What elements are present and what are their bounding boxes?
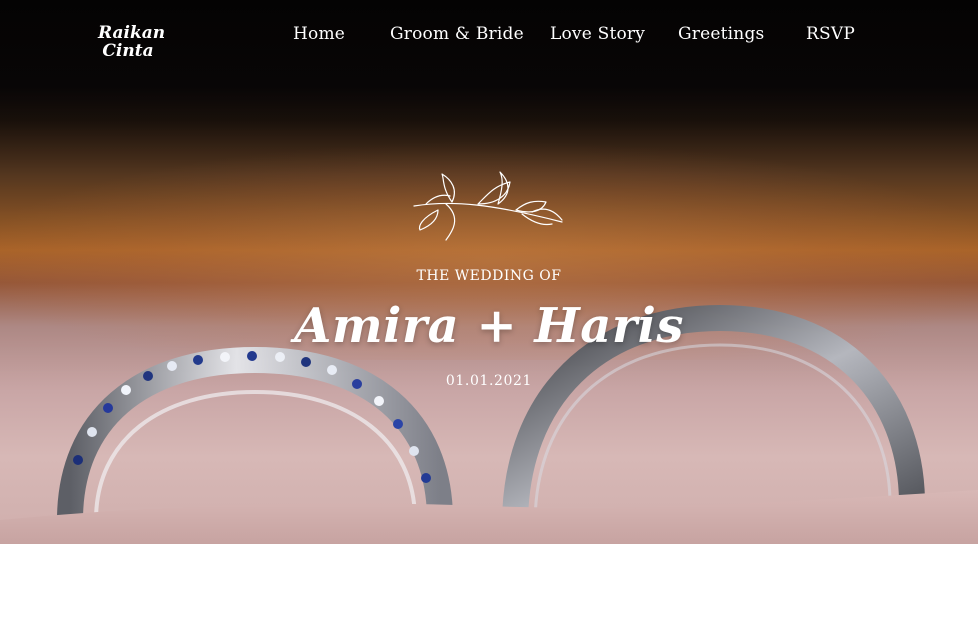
wedding-date: 01.01.2021	[445, 373, 533, 389]
nav-home-link[interactable]: Home	[293, 24, 345, 44]
nav-love-story-link[interactable]: Love Story	[550, 24, 645, 44]
hero-eyebrow: THE WEDDING OF	[416, 268, 562, 284]
main-nav: Home Groom & Bride Love Story Greetings …	[0, 24, 978, 54]
nav-greetings-link[interactable]: Greetings	[678, 24, 764, 44]
nav-rsvp-link[interactable]: RSVP	[806, 24, 855, 44]
couple-names-title: Amira + Haris	[294, 298, 684, 354]
nav-groom-bride-link[interactable]: Groom & Bride	[390, 24, 524, 44]
leaf-sprig-icon	[413, 171, 563, 241]
